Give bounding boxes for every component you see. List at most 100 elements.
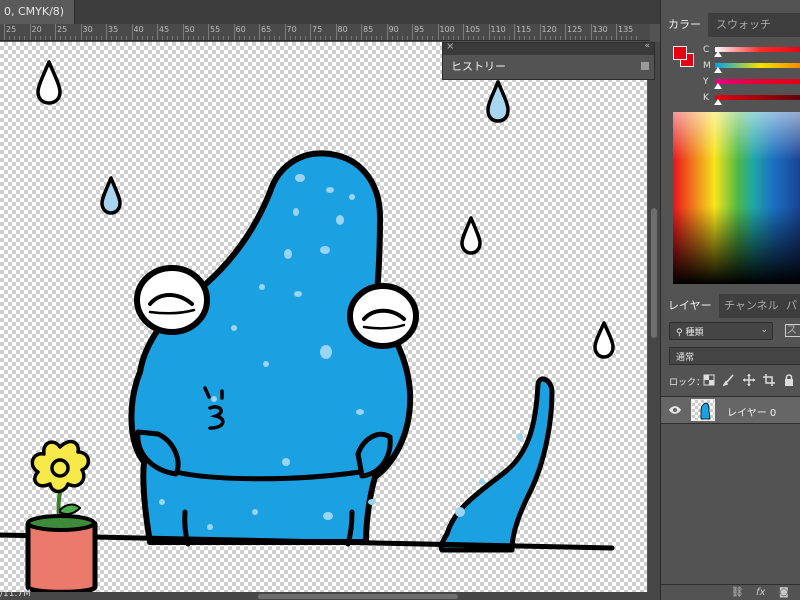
ruler-minor-tick xyxy=(391,36,393,40)
ruler-number: 25 xyxy=(57,25,68,34)
document-tab-bar: 0, CMYK/8) xyxy=(0,0,660,24)
layer-name[interactable]: レイヤー 0 xyxy=(727,404,776,419)
slider-knob-c[interactable] xyxy=(714,51,722,57)
ruler-minor-tick xyxy=(24,36,26,40)
canvas[interactable] xyxy=(0,42,647,592)
slider-track-c[interactable] xyxy=(715,47,800,52)
ruler-minor-tick xyxy=(279,36,281,40)
ruler-number: 95 xyxy=(414,25,425,34)
raindrop xyxy=(593,321,615,359)
slider-track-k[interactable] xyxy=(715,95,800,100)
slider-c[interactable]: C xyxy=(703,44,800,57)
ruler-minor-tick xyxy=(493,36,495,40)
slider-knob-y[interactable] xyxy=(714,83,722,89)
ruler-minor-tick xyxy=(218,36,220,40)
ruler-minor-tick xyxy=(44,36,46,40)
slider-track-m[interactable] xyxy=(715,63,800,68)
document-tab[interactable]: 0, CMYK/8) xyxy=(0,0,76,24)
ruler-minor-tick xyxy=(223,36,225,40)
slider-label-y: Y xyxy=(703,77,709,87)
ruler-major-tick xyxy=(131,24,133,40)
ruler-minor-tick xyxy=(636,36,638,40)
blend-mode-select[interactable]: 通常 xyxy=(669,347,800,365)
lock-transparent-icon[interactable] xyxy=(703,374,715,386)
ruler-minor-tick xyxy=(264,36,266,40)
ruler-minor-tick xyxy=(19,36,21,40)
slider-track-y[interactable] xyxy=(715,79,800,84)
pot-rim xyxy=(26,514,96,532)
ruler-number: 20 xyxy=(31,25,42,34)
ruler-minor-tick xyxy=(524,36,526,40)
eye-icon[interactable] xyxy=(669,405,681,415)
ruler-major-tick xyxy=(157,24,158,40)
lock-artboard-icon[interactable] xyxy=(763,374,775,386)
slider-knob-m[interactable] xyxy=(714,67,722,73)
ruler-major-tick xyxy=(361,24,362,40)
ruler-major-tick xyxy=(208,24,209,40)
foreground-color-swatch[interactable] xyxy=(673,46,687,60)
ruler-minor-tick xyxy=(503,36,505,40)
slider-k[interactable]: K xyxy=(703,92,800,105)
tab-color[interactable]: カラー xyxy=(661,13,708,37)
ruler-minor-tick xyxy=(151,36,153,40)
ruler-minor-tick xyxy=(243,36,245,40)
vertical-scroll-thumb[interactable] xyxy=(651,208,657,338)
ruler-minor-tick xyxy=(621,36,623,40)
ruler-minor-tick xyxy=(600,36,602,40)
ruler-minor-tick xyxy=(483,36,485,40)
tab-layers[interactable]: レイヤー xyxy=(661,294,719,318)
ruler-minor-tick xyxy=(478,36,480,40)
ruler-minor-tick xyxy=(427,36,429,40)
photoshop-window: 0, CMYK/8) 25 20 25 30 35 40 45 50 55 60 65 70 75 80 8… xyxy=(0,0,800,600)
ruler-minor-tick xyxy=(187,36,189,40)
fx-icon[interactable]: fx xyxy=(756,587,765,598)
ruler-number: 125 xyxy=(567,25,583,34)
ruler-minor-tick xyxy=(126,36,128,40)
panel-menu-icon[interactable] xyxy=(641,62,649,70)
ruler-minor-tick xyxy=(626,36,628,40)
color-spectrum[interactable] xyxy=(673,112,800,284)
close-icon[interactable]: × xyxy=(446,41,454,52)
image-filter-icon[interactable] xyxy=(785,324,800,337)
layers-panel-footer: ⛓ fx ◙ xyxy=(661,584,800,600)
horizontal-scroll-thumb[interactable] xyxy=(258,594,458,599)
slider-m[interactable]: M xyxy=(703,60,800,73)
ruler-minor-tick xyxy=(238,36,240,40)
history-panel: × « ヒストリー xyxy=(442,41,655,80)
ruler-minor-tick xyxy=(442,36,444,40)
ruler-number: 80 xyxy=(337,25,348,34)
ruler-number: 100 xyxy=(439,25,455,34)
ruler-minor-tick xyxy=(508,36,510,40)
tab-paths[interactable]: パス xyxy=(779,294,800,336)
lock-all-icon[interactable] xyxy=(783,374,795,386)
link-icon[interactable]: ⛓ xyxy=(731,587,744,598)
ruler-minor-tick xyxy=(248,36,250,40)
history-panel-titlebar[interactable]: × « xyxy=(443,41,654,55)
mask-icon[interactable]: ◙ xyxy=(779,587,789,598)
slider-knob-k[interactable] xyxy=(714,99,722,105)
ruler-minor-tick xyxy=(202,36,204,40)
collapse-icon[interactable]: « xyxy=(644,41,650,51)
lock-brush-icon[interactable] xyxy=(723,374,735,386)
ruler-minor-tick xyxy=(197,36,199,40)
ruler-minor-tick xyxy=(422,36,424,40)
slider-label-c: C xyxy=(703,45,710,55)
tab-history[interactable]: ヒストリー xyxy=(443,55,514,79)
ruler-minor-tick xyxy=(401,36,403,40)
tab-channels[interactable]: チャンネル xyxy=(717,294,786,318)
layer-row[interactable]: レイヤー 0 xyxy=(661,396,800,424)
ruler-minor-tick xyxy=(432,36,434,40)
ruler-minor-tick xyxy=(75,36,77,40)
layer-filter-select[interactable]: ⚲ 種類 ⌄ xyxy=(669,322,773,340)
layer-thumbnail xyxy=(691,399,715,421)
illustration xyxy=(0,60,615,592)
lock-move-icon[interactable] xyxy=(743,374,755,386)
vertical-scrollbar[interactable] xyxy=(648,42,660,592)
ruler-minor-tick xyxy=(49,36,51,40)
status-bar: /11.7M xyxy=(0,589,660,600)
ruler-minor-tick xyxy=(294,36,296,40)
ruler-major-tick xyxy=(259,24,260,40)
slider-y[interactable]: Y xyxy=(703,76,800,89)
tab-swatches[interactable]: スウォッチ xyxy=(709,13,778,37)
ruler-minor-tick xyxy=(162,36,164,40)
